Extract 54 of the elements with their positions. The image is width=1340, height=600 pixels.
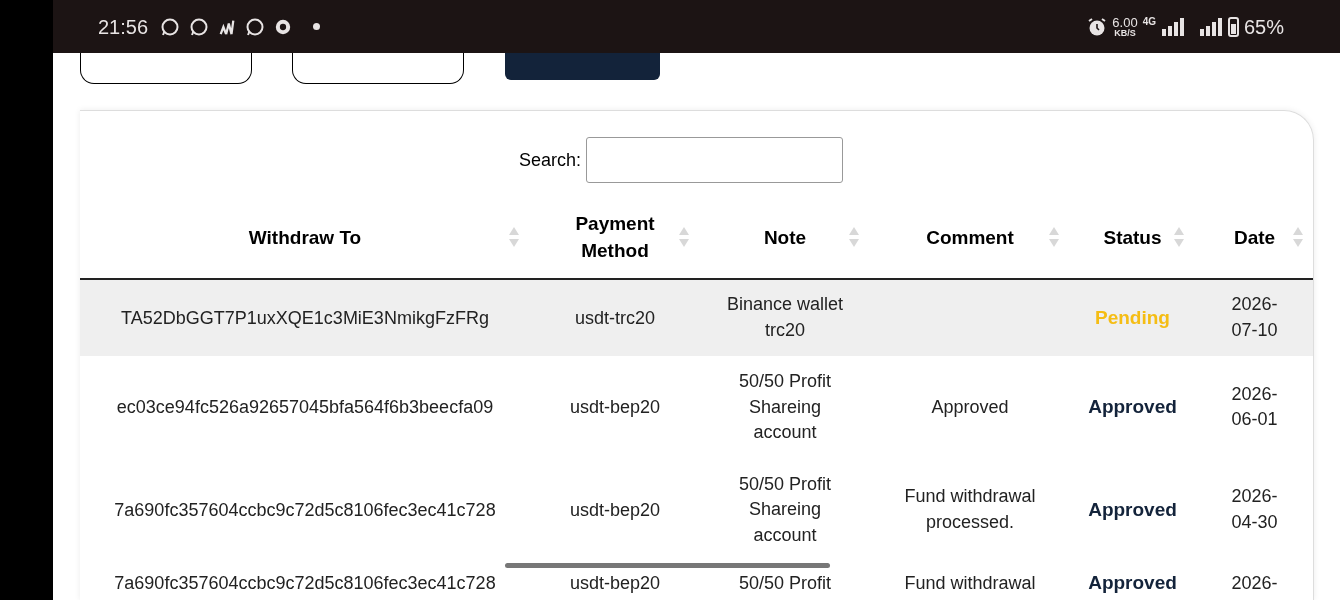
column-header[interactable]: Note [763, 223, 807, 251]
address-cell-text: TA52DbGGT7P1uxXQE1c3MiE3NmikgFzFRg [121, 306, 489, 330]
column-header[interactable]: Payment Method [560, 210, 670, 264]
comment-cell: Fund withdrawal [904, 574, 1036, 593]
chat-icon [160, 16, 181, 37]
sort-icon[interactable] [508, 226, 520, 248]
method-cell: usdt-bep20 [569, 574, 661, 593]
date-cell-text: 2026-06-01 [1230, 382, 1279, 432]
sort-icon[interactable] [1173, 226, 1185, 248]
column-header[interactable]: Date [1233, 223, 1276, 251]
status-label: Approved [1088, 497, 1177, 522]
search-field[interactable] [586, 137, 844, 183]
note-cell-text: Binance wallet trc20 [725, 293, 845, 342]
note-cell-text: 50/50 Profit Shareing account [737, 370, 833, 444]
method-cell-text: usdt-trc20 [574, 306, 655, 330]
sort-icon[interactable] [1292, 226, 1304, 248]
battery-percentage: 65% [1243, 14, 1284, 40]
address-cell-text: 7a690fc357604ccbc9c72d5c8106fec3ec41c728 [114, 498, 496, 522]
search-button[interactable] [505, 53, 660, 80]
date-cell-text: 2026-04-30 [1230, 485, 1279, 534]
column-header[interactable]: Comment [926, 223, 1014, 251]
note-cell-text: 50/50 Profit Shareing account [737, 472, 833, 547]
sort-icon[interactable] [678, 226, 690, 248]
date-cell-text: 2026- [1230, 574, 1279, 593]
sort-icon[interactable] [1048, 226, 1060, 248]
speed-unit: KB/S [1114, 28, 1136, 38]
browser-icon [274, 17, 293, 36]
method-cell-text: usdt-bep20 [569, 498, 661, 522]
search-label: Search: [519, 148, 582, 172]
signal-icon [1198, 16, 1223, 37]
signal-icon [1160, 16, 1185, 37]
sort-icon[interactable] [848, 226, 860, 248]
chat-icon [245, 16, 266, 37]
date-field[interactable] [80, 53, 252, 84]
battery-icon [1227, 16, 1239, 37]
comment-cell-text: Fund withdrawal processed. [903, 485, 1037, 534]
column-header[interactable]: Withdraw To [248, 223, 362, 251]
method-cell-text: usdt-bep20 [569, 396, 661, 419]
address-cell-text: ec03ce94fc526a92657045bfa564f6b3beecfa09 [116, 396, 494, 419]
network-speed: 6.00 [1112, 15, 1138, 29]
chat-icon [189, 16, 210, 37]
clock-time: 21:56 [98, 14, 149, 40]
scrollbar[interactable] [505, 563, 830, 568]
network-type: 4G [1142, 14, 1156, 29]
address-cell: 7a690fc357604ccbc9c72d5c8106fec3ec41c728 [114, 574, 496, 593]
date-cell-text: 2026-07-10 [1230, 293, 1279, 342]
status-label: Approved [1088, 573, 1177, 592]
date-field[interactable] [292, 53, 464, 84]
note-cell: 50/50 Profit [738, 574, 832, 593]
status-label: Approved [1088, 395, 1177, 419]
column-header[interactable]: Status [1103, 223, 1162, 251]
status-label: Pending [1095, 305, 1170, 330]
alarm-icon [1087, 16, 1108, 37]
comment-cell-text: Approved [931, 396, 1009, 419]
